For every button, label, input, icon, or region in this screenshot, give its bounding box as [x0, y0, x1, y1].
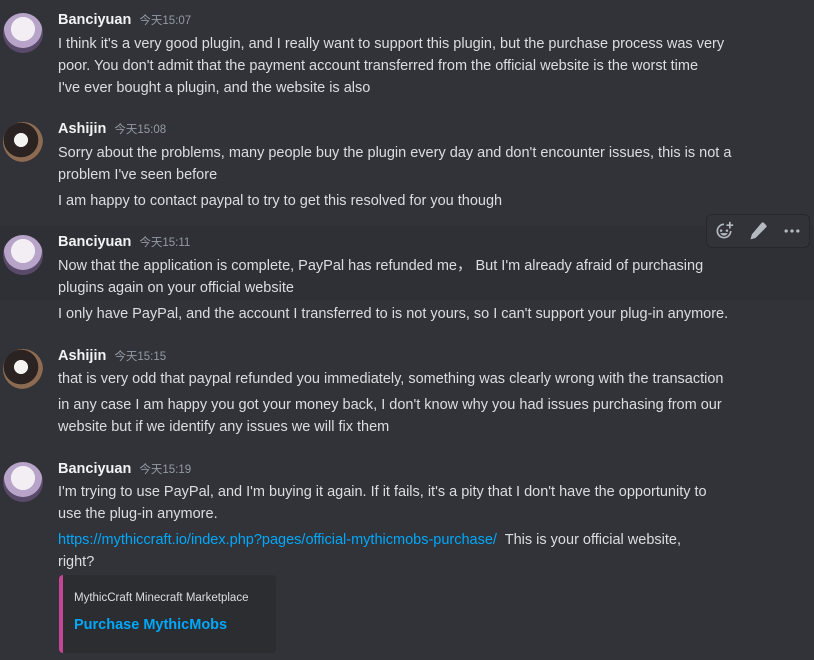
message-text: I am happy to contact paypal to try to g… — [58, 193, 503, 209]
message-text: plugins again on your official website — [58, 280, 294, 296]
more-icon — [784, 229, 800, 233]
add-reaction-button[interactable] — [710, 217, 738, 245]
website-link[interactable]: https://mythiccraft.io/index.php?pages/o… — [58, 532, 497, 548]
message-text: I've ever bought a plugin, and the websi… — [58, 80, 371, 96]
message-text: use the plug-in anymore. — [58, 506, 218, 522]
timestamp: 今天15:07 — [139, 15, 192, 27]
message-text: I think it's a very good plugin, and I r… — [58, 36, 725, 52]
message-text: Sorry about the problems, many people bu… — [58, 145, 732, 161]
link-embed: MythicCraft Minecraft Marketplace Purcha… — [59, 575, 276, 653]
message-toolbar — [706, 214, 810, 248]
avatar[interactable] — [3, 349, 43, 389]
avatar[interactable] — [3, 462, 43, 502]
message-text: poor. You don't admit that the payment a… — [58, 58, 699, 74]
add-reaction-icon — [716, 221, 734, 239]
avatar[interactable] — [3, 235, 43, 275]
timestamp: 今天15:11 — [139, 237, 191, 249]
timestamp: 今天15:15 — [114, 351, 167, 363]
avatar[interactable] — [3, 122, 43, 162]
message-text: in any case I am happy you got your mone… — [58, 397, 722, 413]
message-text: website but if we identify any issues we… — [58, 419, 390, 435]
username[interactable]: Banciyuan — [58, 461, 131, 477]
username[interactable]: Banciyuan — [58, 12, 131, 28]
message-group: Banciyuan 今天15:07 I think it's a very go… — [0, 0, 814, 105]
message-text: I'm trying to use PayPal, and I'm buying… — [58, 484, 707, 500]
avatar[interactable] — [3, 13, 43, 53]
username[interactable]: Ashijin — [58, 348, 106, 364]
message-group: Ashijin 今天15:15 that is very odd that pa… — [0, 339, 814, 439]
edit-button[interactable] — [744, 217, 772, 245]
edit-icon — [750, 222, 767, 240]
timestamp: 今天15:19 — [139, 464, 192, 476]
message-text: I only have PayPal, and the account I tr… — [58, 306, 729, 322]
message-text: that is very odd that paypal refunded yo… — [58, 371, 724, 387]
message-text: problem I've seen before — [58, 167, 218, 183]
embed-title-link[interactable]: Purchase MythicMobs — [74, 617, 227, 633]
message-group: Ashijin 今天15:08 Sorry about the problems… — [0, 112, 814, 212]
message-text: right? — [58, 554, 95, 570]
timestamp: 今天15:08 — [114, 124, 167, 136]
message-group: Banciyuan 今天15:11 Now that the applicati… — [0, 226, 814, 300]
message-text: Now that the application is complete, Pa… — [58, 258, 704, 274]
username[interactable]: Banciyuan — [58, 234, 131, 250]
message-text: https://mythiccraft.io/index.php?pages/o… — [58, 529, 798, 551]
link-suffix-text: This is your official website, — [496, 532, 681, 548]
embed-provider[interactable]: MythicCraft Minecraft Marketplace — [74, 592, 248, 604]
more-button[interactable] — [778, 217, 806, 245]
username[interactable]: Ashijin — [58, 121, 106, 137]
